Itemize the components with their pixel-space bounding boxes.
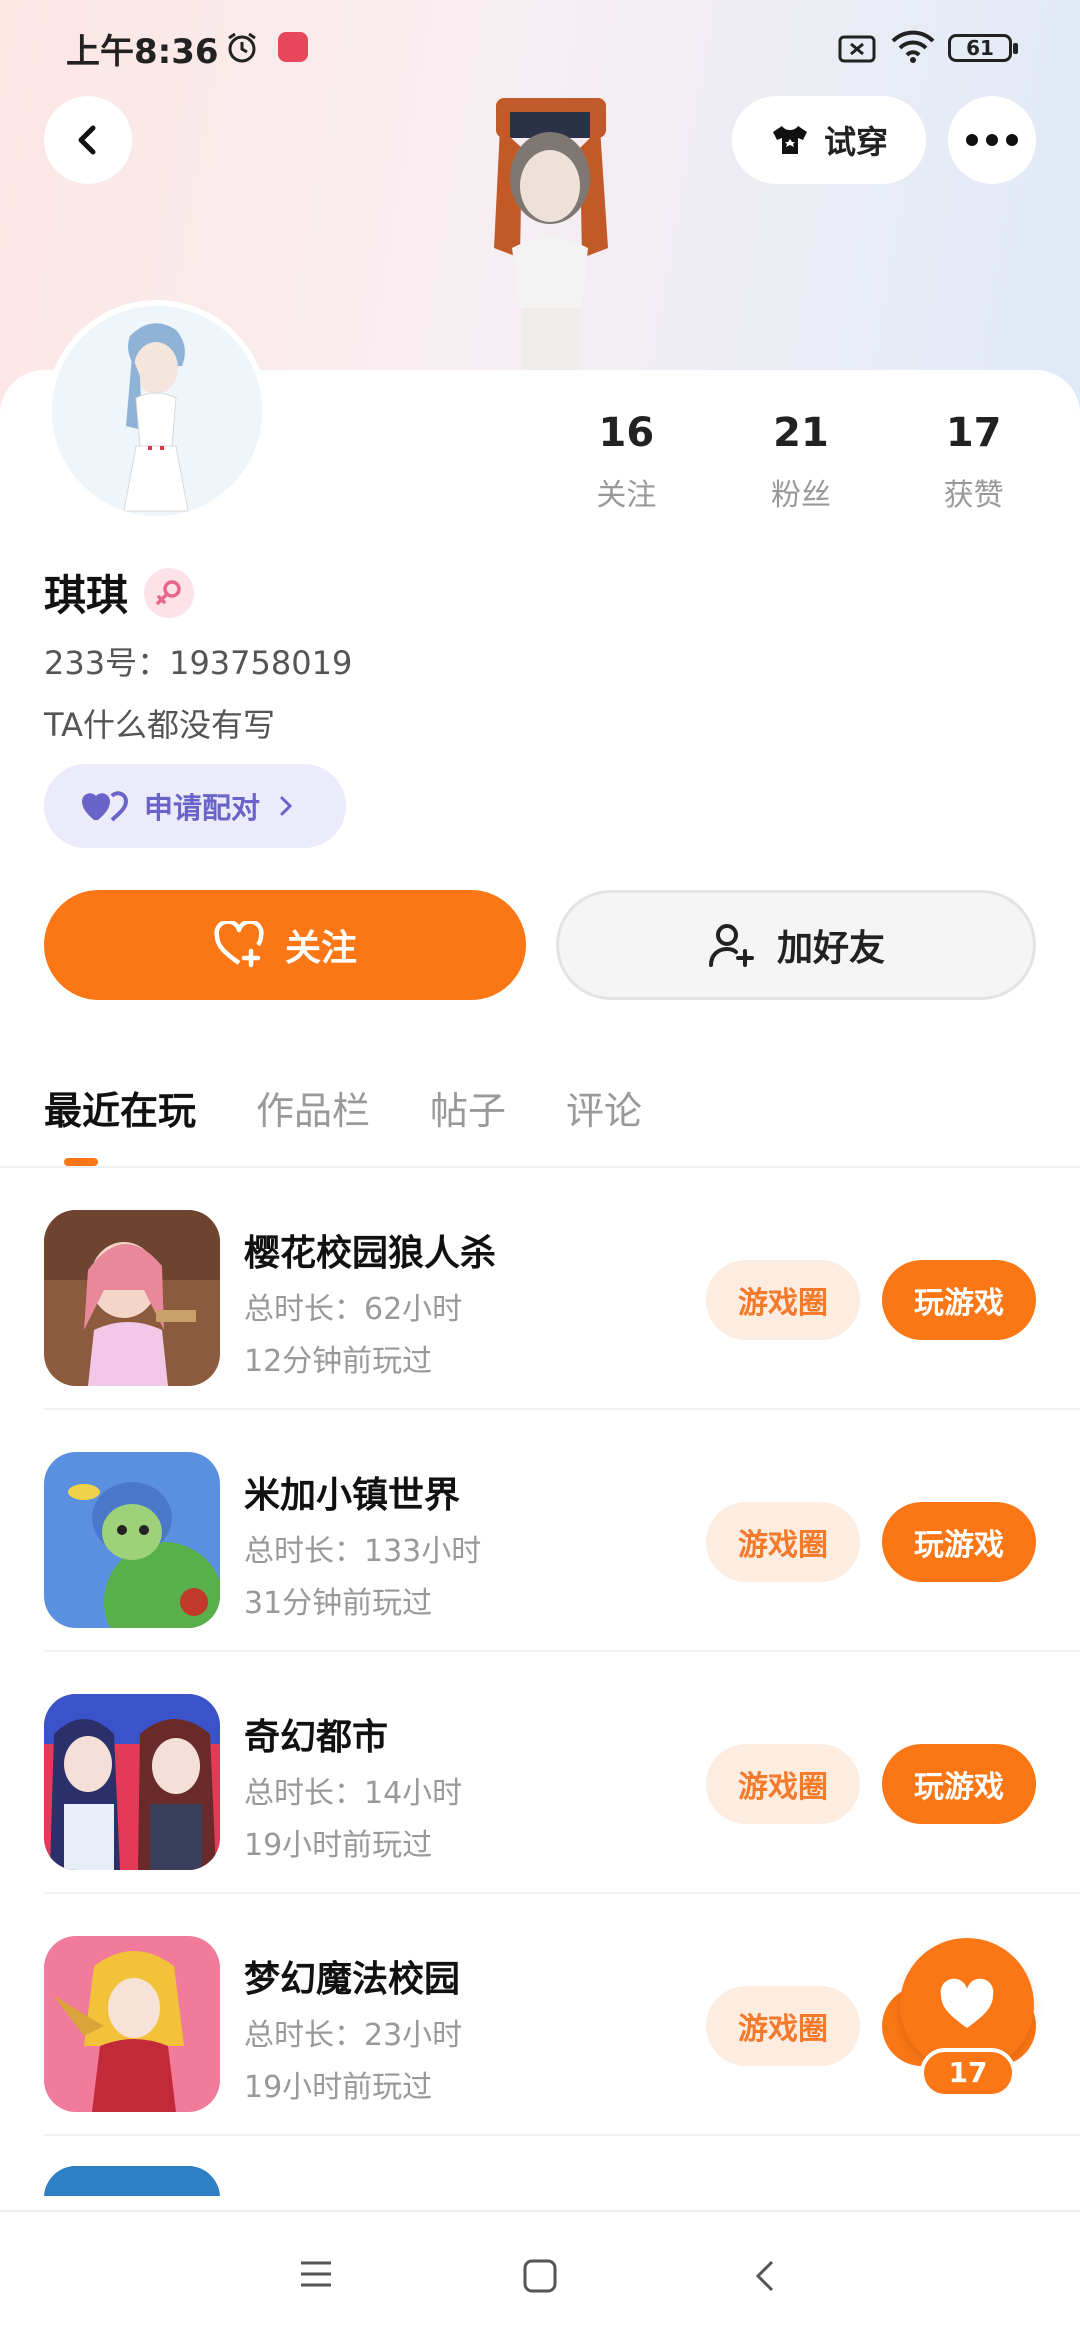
status-time: 上午8:36	[66, 32, 219, 72]
try-on-button[interactable]: 试穿	[732, 96, 926, 184]
chevron-left-icon	[78, 125, 96, 155]
chevron-right-icon	[280, 796, 293, 816]
game-last-played: 31分钟前玩过	[244, 1586, 433, 1621]
app-notification-icon	[278, 32, 308, 62]
game-icon	[44, 1210, 220, 1386]
like-count-badge: 17	[920, 2048, 1016, 2098]
follow-label: 关注	[284, 928, 357, 969]
back-button[interactable]	[44, 96, 132, 184]
stat-label: 粉丝	[771, 478, 831, 513]
game-icon	[44, 1694, 220, 1870]
game-last-played: 19小时前玩过	[244, 2070, 433, 2105]
game-last-played: 19小时前玩过	[244, 1828, 433, 1863]
game-icon	[44, 1936, 220, 2112]
stat-following[interactable]: 16 关注	[540, 410, 713, 514]
more-dots-icon	[966, 134, 1018, 146]
list-item[interactable]	[0, 2136, 1080, 2196]
back-nav-icon[interactable]	[752, 2258, 778, 2298]
list-item[interactable]: 米加小镇世界 总时长：133小时 31分钟前玩过 游戏圈 玩游戏	[0, 1410, 1080, 1652]
user-id: 233号：193758019	[44, 644, 353, 682]
game-icon	[44, 2166, 220, 2196]
system-navigation-bar	[0, 2210, 1080, 2342]
stat-followers[interactable]: 21 粉丝	[715, 410, 888, 514]
user-name: 琪琪	[44, 571, 129, 620]
game-last-played: 12分钟前玩过	[244, 1344, 433, 1379]
stat-value: 17	[945, 410, 1002, 456]
menu-icon[interactable]	[298, 2258, 334, 2294]
list-item[interactable]: 奇幻都市 总时长：14小时 19小时前玩过 游戏圈 玩游戏	[0, 1652, 1080, 1894]
tab-recently-played[interactable]: 最近在玩	[44, 1080, 196, 1135]
user-bio: TA什么都没有写	[44, 706, 275, 744]
stat-likes[interactable]: 17 获赞	[887, 410, 1060, 514]
add-friend-button[interactable]: 加好友	[556, 890, 1036, 1000]
battery-indicator: 61	[948, 34, 1018, 62]
game-circle-button[interactable]: 游戏圈	[706, 1260, 860, 1340]
female-gender-icon	[144, 567, 195, 618]
no-sim-icon	[838, 34, 878, 68]
add-friend-icon	[708, 924, 754, 967]
stat-label: 关注	[596, 478, 657, 513]
game-total-time: 总时长：23小时	[244, 2018, 463, 2053]
alarm-icon	[224, 30, 260, 70]
wifi-icon	[890, 30, 936, 68]
play-game-button[interactable]: 玩游戏	[882, 1744, 1036, 1824]
avatar-3d-figure[interactable]	[450, 78, 650, 378]
game-total-time: 总时长：133小时	[244, 1534, 482, 1569]
game-icon	[44, 1452, 220, 1628]
game-name: 樱花校园狼人杀	[244, 1233, 497, 1274]
game-circle-button[interactable]: 游戏圈	[706, 1986, 860, 2066]
more-options-button[interactable]	[948, 96, 1036, 184]
tshirt-icon	[772, 126, 807, 154]
try-on-label: 试穿	[823, 123, 888, 161]
play-game-button[interactable]: 玩游戏	[882, 1260, 1036, 1340]
profile-tabs: 最近在玩 作品栏 帖子 评论	[44, 1080, 642, 1135]
double-heart-icon	[82, 791, 128, 822]
game-circle-button[interactable]: 游戏圈	[706, 1744, 860, 1824]
tab-posts[interactable]: 帖子	[430, 1080, 506, 1135]
stat-value: 21	[773, 410, 829, 456]
request-pair-button[interactable]: 申请配对	[44, 764, 346, 848]
game-name: 米加小镇世界	[244, 1475, 461, 1516]
tab-comments[interactable]: 评论	[566, 1080, 642, 1135]
active-tab-indicator	[64, 1158, 98, 1166]
game-total-time: 总时长：62小时	[244, 1292, 463, 1327]
game-name: 奇幻都市	[244, 1717, 389, 1758]
game-name: 梦幻魔法校园	[244, 1959, 461, 2000]
heart-icon	[940, 1978, 994, 2028]
heart-plus-icon	[214, 921, 264, 968]
name-row: 琪琪	[44, 562, 195, 623]
play-game-button[interactable]: 玩游戏	[882, 1502, 1036, 1582]
list-item[interactable]: 樱花校园狼人杀 总时长：62小时 12分钟前玩过 游戏圈 玩游戏	[0, 1168, 1080, 1410]
game-total-time: 总时长：14小时	[244, 1776, 463, 1811]
follow-button[interactable]: 关注	[44, 890, 526, 1000]
game-circle-button[interactable]: 游戏圈	[706, 1502, 860, 1582]
stat-value: 16	[598, 410, 655, 456]
profile-stats: 16 关注 21 粉丝 17 获赞	[540, 410, 1060, 514]
home-icon[interactable]	[522, 2258, 558, 2298]
stat-label: 获赞	[943, 478, 1004, 513]
request-pair-label: 申请配对	[144, 791, 261, 825]
tab-works[interactable]: 作品栏	[256, 1080, 370, 1135]
add-friend-label: 加好友	[776, 928, 885, 969]
avatar[interactable]	[46, 300, 268, 522]
